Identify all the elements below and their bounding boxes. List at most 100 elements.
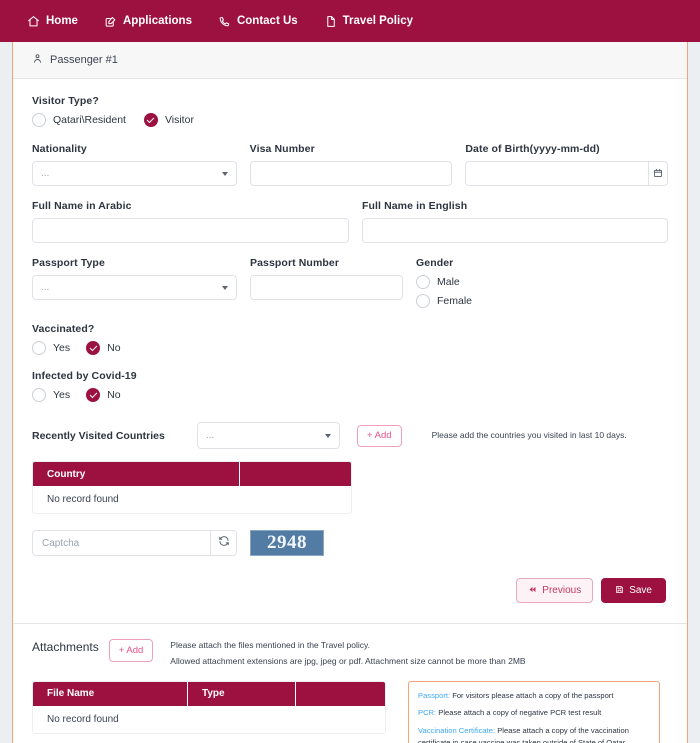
radio-label: Visitor [164, 114, 194, 126]
save-icon [615, 585, 624, 597]
field-passport-number: Passport Number [250, 257, 403, 308]
column-actions [296, 682, 385, 706]
radio-male[interactable]: Male [416, 275, 536, 289]
attachments-hint-2: Allowed attachment extensions are jpg, j… [170, 656, 526, 667]
gender-label: Gender [416, 257, 454, 269]
nav-item-home[interactable]: Home [27, 15, 78, 28]
captcha-refresh-button[interactable] [210, 530, 237, 556]
add-country-label: + Add [367, 430, 392, 441]
vaccinated-label: Vaccinated? [32, 323, 95, 335]
page-right-gutter [688, 42, 700, 743]
calendar-button[interactable] [648, 161, 669, 186]
previous-button[interactable]: Previous [516, 578, 594, 603]
field-gender: Gender Male Female [416, 257, 536, 308]
infected-label: Infected by Covid-19 [32, 370, 137, 382]
attachment-info-box: Passport: For visitors please attach a c… [408, 680, 660, 743]
country-select-wrap: ... [197, 422, 340, 449]
captcha-image: 2948 [250, 530, 324, 556]
info-line-passport: Passport: For visitors please attach a c… [418, 690, 650, 702]
passport-type-select[interactable]: ... [32, 275, 237, 300]
nav-item-contact-us[interactable]: Contact Us [218, 15, 298, 28]
full-name-arabic-input[interactable] [32, 218, 349, 243]
attachments-body-row: File Name Type No record found Passport:… [32, 680, 668, 743]
captcha-input[interactable]: Captcha [32, 530, 210, 556]
visitor-type-label: Visitor Type? [32, 95, 99, 107]
countries-table-empty: No record found [47, 494, 119, 505]
person-icon [32, 51, 43, 69]
add-attachment-button[interactable]: + Add [108, 639, 154, 662]
attachments-table: File Name Type No record found [32, 680, 386, 734]
chevron-down-icon [222, 285, 228, 290]
save-button[interactable]: Save [601, 578, 666, 603]
vaccinated-radio-group: Yes No [32, 341, 668, 355]
radio-visitor[interactable]: Visitor [143, 113, 194, 127]
passenger-card-header: Passenger #1 [13, 42, 687, 79]
info-link-pcr[interactable]: PCR: [418, 708, 436, 717]
full-name-english-label: Full Name in English [361, 200, 468, 212]
calendar-icon [653, 165, 663, 183]
attachments-hint-1: Please attach the files mentioned in the… [170, 640, 370, 650]
radio-female[interactable]: Female [416, 294, 536, 308]
column-actions [240, 462, 351, 486]
radio-vaccinated-no[interactable]: No [86, 341, 121, 355]
file-icon [324, 15, 337, 28]
nav-item-applications[interactable]: Applications [104, 15, 192, 28]
field-nationality: Nationality ... [32, 143, 237, 186]
page-left-gutter [0, 42, 12, 743]
radio-circle [32, 113, 46, 127]
info-link-vaccination[interactable]: Vaccination Certificate: [418, 726, 495, 735]
nationality-select[interactable]: ... [32, 161, 237, 186]
field-full-name-arabic: Full Name in Arabic [32, 200, 349, 243]
info-text-passport: For visitors please attach a copy of the… [450, 690, 614, 700]
radio-label: Yes [53, 389, 71, 401]
nav-label-applications: Applications [122, 15, 192, 27]
captcha-row: Captcha 2948 [32, 530, 668, 556]
field-full-name-english: Full Name in English [361, 200, 668, 243]
visa-number-input[interactable] [249, 161, 453, 186]
passport-number-input[interactable] [250, 275, 403, 300]
edit-document-icon [104, 15, 117, 28]
radio-infected-yes[interactable]: Yes [32, 388, 70, 402]
country-select[interactable]: ... [197, 422, 340, 449]
save-label: Save [629, 585, 652, 596]
radio-label: No [107, 389, 121, 401]
captcha-input-wrap: Captcha [32, 530, 237, 556]
radio-label: Qatari\Resident [53, 114, 126, 126]
info-text-pcr: Please attach a copy of negative PCR tes… [436, 708, 602, 718]
radio-infected-no[interactable]: No [86, 388, 121, 402]
full-name-english-input[interactable] [361, 218, 668, 243]
nav-item-travel-policy[interactable]: Travel Policy [324, 15, 413, 28]
application-form-page: Passenger #1 Visitor Type? Qatari\Reside… [12, 42, 688, 743]
previous-icon [528, 585, 537, 597]
nationality-label: Nationality [32, 143, 87, 155]
radio-vaccinated-yes[interactable]: Yes [32, 341, 70, 355]
countries-table: Country No record found [32, 461, 352, 514]
radio-qatari-resident[interactable]: Qatari\Resident [32, 113, 126, 127]
nav-label-contact-us: Contact Us [236, 15, 298, 27]
radio-circle [32, 388, 46, 402]
date-of-birth-input[interactable] [465, 161, 649, 186]
info-link-passport[interactable]: Passport: [418, 691, 450, 700]
attachments-table-empty: No record found [47, 713, 119, 725]
countries-hint: Please add the countries you visited in … [431, 430, 627, 441]
row-full-names: Full Name in Arabic Full Name in English [32, 200, 668, 243]
field-visa-number: Visa Number [249, 143, 453, 186]
column-file-name: File Name [33, 681, 188, 706]
passenger-form: Visitor Type? Qatari\Resident Visitor Na… [13, 79, 687, 623]
country-select-value: ... [206, 430, 215, 441]
countries-table-header: Country [33, 462, 351, 486]
nav-label-travel-policy: Travel Policy [342, 15, 413, 27]
infected-radio-group: Yes No [32, 388, 668, 402]
visa-number-label: Visa Number [249, 143, 315, 155]
attachments-card: Attachments + Add Please attach the file… [13, 624, 687, 743]
full-name-arabic-label: Full Name in Arabic [32, 200, 132, 212]
radio-circle [416, 294, 430, 308]
add-attachment-label: + Add [118, 645, 144, 656]
passport-number-label: Passport Number [250, 257, 340, 269]
add-country-button[interactable]: + Add [357, 424, 402, 447]
row-passport-gender: Passport Type ... Passport Number Gender… [32, 257, 668, 308]
radio-circle-selected [143, 113, 158, 127]
passenger-title: Passenger #1 [50, 54, 118, 66]
radio-circle-selected [86, 341, 101, 355]
passenger-card: Passenger #1 Visitor Type? Qatari\Reside… [13, 42, 687, 623]
